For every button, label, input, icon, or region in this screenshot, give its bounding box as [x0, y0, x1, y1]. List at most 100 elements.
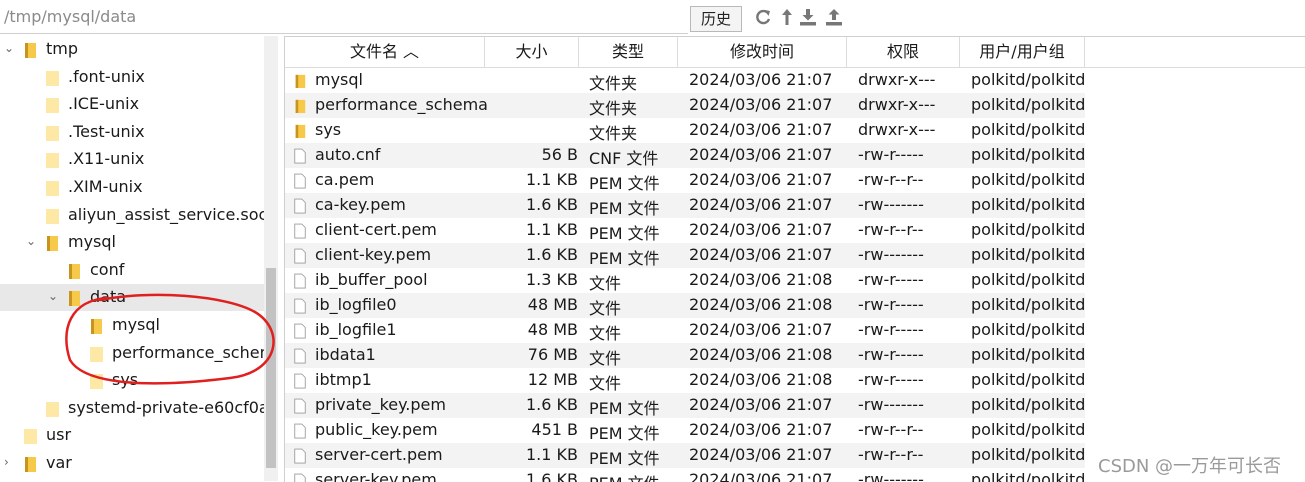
tree-item[interactable]: systemd-private-e60cf0a3: [0, 395, 278, 422]
cell-perm: -rw-r-----: [858, 320, 924, 339]
column-header[interactable]: 文件名 ︿: [285, 37, 485, 67]
download-icon[interactable]: [798, 7, 818, 27]
table-row[interactable]: ib_logfile1 48 MB 文件 2024/03/06 21:07 -rw-r-…: [285, 318, 1085, 343]
table-row[interactable]: mysql 文件夹 2024/03/06 21:07 drwxr-x--- polkit…: [285, 68, 1085, 93]
folder-icon: [90, 374, 103, 390]
table-row[interactable]: server-cert.pem 1.1 KB PEM 文件 2024/03/06 21…: [285, 443, 1085, 468]
tree-item-label: .Test-unix: [68, 121, 145, 141]
file-icon: [294, 423, 306, 439]
cell-owner: polkitd/polkitd: [971, 70, 1086, 89]
table-row[interactable]: performance_schema 文件夹 2024/03/06 21:07 drw…: [285, 93, 1085, 118]
cell-perm: -rw-r--r--: [858, 170, 924, 189]
cell-type: 文件: [589, 299, 622, 318]
tree-item[interactable]: ⌄ data: [0, 284, 264, 312]
column-header[interactable]: 大小: [485, 37, 579, 67]
cell-owner: polkitd/polkitd: [971, 470, 1086, 482]
folder-icon: [47, 236, 58, 252]
tree-item[interactable]: aliyun_assist_service.sock: [0, 202, 277, 229]
cell-type: PEM 文件: [589, 224, 660, 243]
cell-type: PEM 文件: [589, 249, 660, 268]
cell-name: auto.cnf: [315, 145, 381, 164]
chevron-right-icon[interactable]: ›: [4, 456, 16, 468]
up-icon[interactable]: [777, 7, 797, 27]
history-button[interactable]: 历史: [690, 6, 742, 32]
tree-item-label: data: [90, 287, 127, 307]
table-row[interactable]: auto.cnf 56 B CNF 文件 2024/03/06 21:07 -rw-r-…: [285, 143, 1085, 168]
cell-owner: polkitd/polkitd: [971, 345, 1086, 364]
table-row[interactable]: ca.pem 1.1 KB PEM 文件 2024/03/06 21:07 -rw-r-…: [285, 168, 1085, 193]
table-row[interactable]: ib_logfile0 48 MB 文件 2024/03/06 21:08 -rw-r-…: [285, 293, 1085, 318]
table-row[interactable]: server-key.pem 1.6 KB PEM 文件 2024/03/06 21:…: [285, 468, 1085, 482]
path-field[interactable]: /tmp/mysql/data: [4, 7, 136, 26]
table-row[interactable]: ca-key.pem 1.6 KB PEM 文件 2024/03/06 21:07 -r…: [285, 193, 1085, 218]
tree-item-label: .ICE-unix: [68, 94, 140, 114]
tree-item[interactable]: › var: [0, 450, 264, 477]
cell-owner: polkitd/polkitd: [971, 370, 1086, 389]
tree-item[interactable]: .font-unix: [0, 64, 264, 91]
cell-owner: polkitd/polkitd: [971, 220, 1086, 239]
tree-item[interactable]: performance_schem: [0, 340, 275, 367]
cell-type: PEM 文件: [589, 174, 660, 193]
tree-item[interactable]: .ICE-unix: [0, 91, 264, 118]
cell-mtime: 2024/03/06 21:08: [689, 295, 833, 314]
upload-icon[interactable]: [824, 7, 844, 27]
cell-perm: drwxr-x---: [858, 95, 936, 114]
column-header[interactable]: 用户/用户组: [960, 37, 1085, 67]
table-row[interactable]: ibdata1 76 MB 文件 2024/03/06 21:08 -rw-r-----…: [285, 343, 1085, 368]
folder-icon: [25, 457, 36, 472]
column-header[interactable]: 类型: [579, 37, 678, 67]
tree-item-label: var: [46, 453, 72, 472]
table-row[interactable]: sys 文件夹 2024/03/06 21:07 drwxr-x--- polkitd/…: [285, 118, 1085, 143]
cell-type: 文件夹: [589, 74, 638, 93]
tree-item[interactable]: ⌄ mysql: [0, 229, 264, 256]
file-list-panel: 文件名 ︿ 大小 类型 修改时间 权限 用户/用户组 mysql 文件夹 2024/03/06…: [284, 36, 1305, 482]
cell-mtime: 2024/03/06 21:07: [689, 470, 833, 482]
table-row[interactable]: client-cert.pem 1.1 KB PEM 文件 2024/03/06 21…: [285, 218, 1085, 243]
tree-item[interactable]: mysql: [0, 312, 264, 339]
cell-mtime: 2024/03/06 21:07: [689, 120, 833, 139]
chevron-down-icon[interactable]: ⌄: [48, 290, 60, 302]
folder-icon: [295, 124, 306, 138]
tree-item[interactable]: conf: [0, 257, 264, 284]
cell-owner: polkitd/polkitd: [971, 95, 1086, 114]
cell-mtime: 2024/03/06 21:07: [689, 170, 833, 189]
cell-owner: polkitd/polkitd: [971, 120, 1086, 139]
cell-mtime: 2024/03/06 21:07: [689, 245, 833, 264]
tree-item[interactable]: sys: [0, 367, 264, 394]
path-underline: [0, 33, 688, 34]
cell-size: 1.6 KB: [526, 195, 578, 214]
cell-perm: -rw-------: [858, 470, 924, 482]
folder-icon: [24, 429, 37, 445]
cell-name: mysql: [315, 70, 363, 89]
tree-item-label: .X11-unix: [68, 149, 145, 169]
cell-size: 56 B: [541, 145, 578, 164]
column-header[interactable]: 修改时间: [678, 37, 847, 67]
column-header[interactable]: 权限: [847, 37, 960, 67]
chevron-down-icon[interactable]: ⌄: [26, 235, 38, 247]
cell-mtime: 2024/03/06 21:07: [689, 70, 833, 89]
tree-scrollbar-thumb[interactable]: [266, 268, 276, 468]
table-row[interactable]: public_key.pem 451 B PEM 文件 2024/03/06 21:0…: [285, 418, 1085, 443]
refresh-icon[interactable]: [753, 7, 773, 27]
tree-item-label: usr: [46, 425, 72, 445]
folder-icon: [46, 98, 59, 114]
table-row[interactable]: client-key.pem 1.6 KB PEM 文件 2024/03/06 21:…: [285, 243, 1085, 268]
tree-item[interactable]: .Test-unix: [0, 119, 264, 146]
table-row[interactable]: private_key.pem 1.6 KB PEM 文件 2024/03/06 21…: [285, 393, 1085, 418]
table-row[interactable]: ib_buffer_pool 1.3 KB 文件 2024/03/06 21:08 -r…: [285, 268, 1085, 293]
tree-item-label: performance_schem: [112, 342, 276, 362]
file-list-header: 文件名 ︿ 大小 类型 修改时间 权限 用户/用户组: [285, 37, 1305, 68]
tree-item[interactable]: .X11-unix: [0, 146, 264, 173]
table-row[interactable]: ibtmp1 12 MB 文件 2024/03/06 21:08 -rw-r----- p…: [285, 368, 1085, 393]
cell-owner: polkitd/polkitd: [971, 195, 1086, 214]
chevron-down-icon[interactable]: ⌄: [4, 42, 16, 54]
cell-perm: -rw-r-----: [858, 345, 924, 364]
tree-item[interactable]: .XIM-unix: [0, 174, 264, 201]
toolbar: /tmp/mysql/data 历史: [0, 0, 1305, 36]
cell-perm: -rw-r-----: [858, 145, 924, 164]
folder-icon: [46, 125, 59, 141]
cell-perm: -rw-r-----: [858, 270, 924, 289]
tree-item[interactable]: ⌄ tmp: [0, 36, 264, 63]
cell-size: 1.3 KB: [526, 270, 578, 289]
tree-item[interactable]: usr: [0, 422, 264, 449]
